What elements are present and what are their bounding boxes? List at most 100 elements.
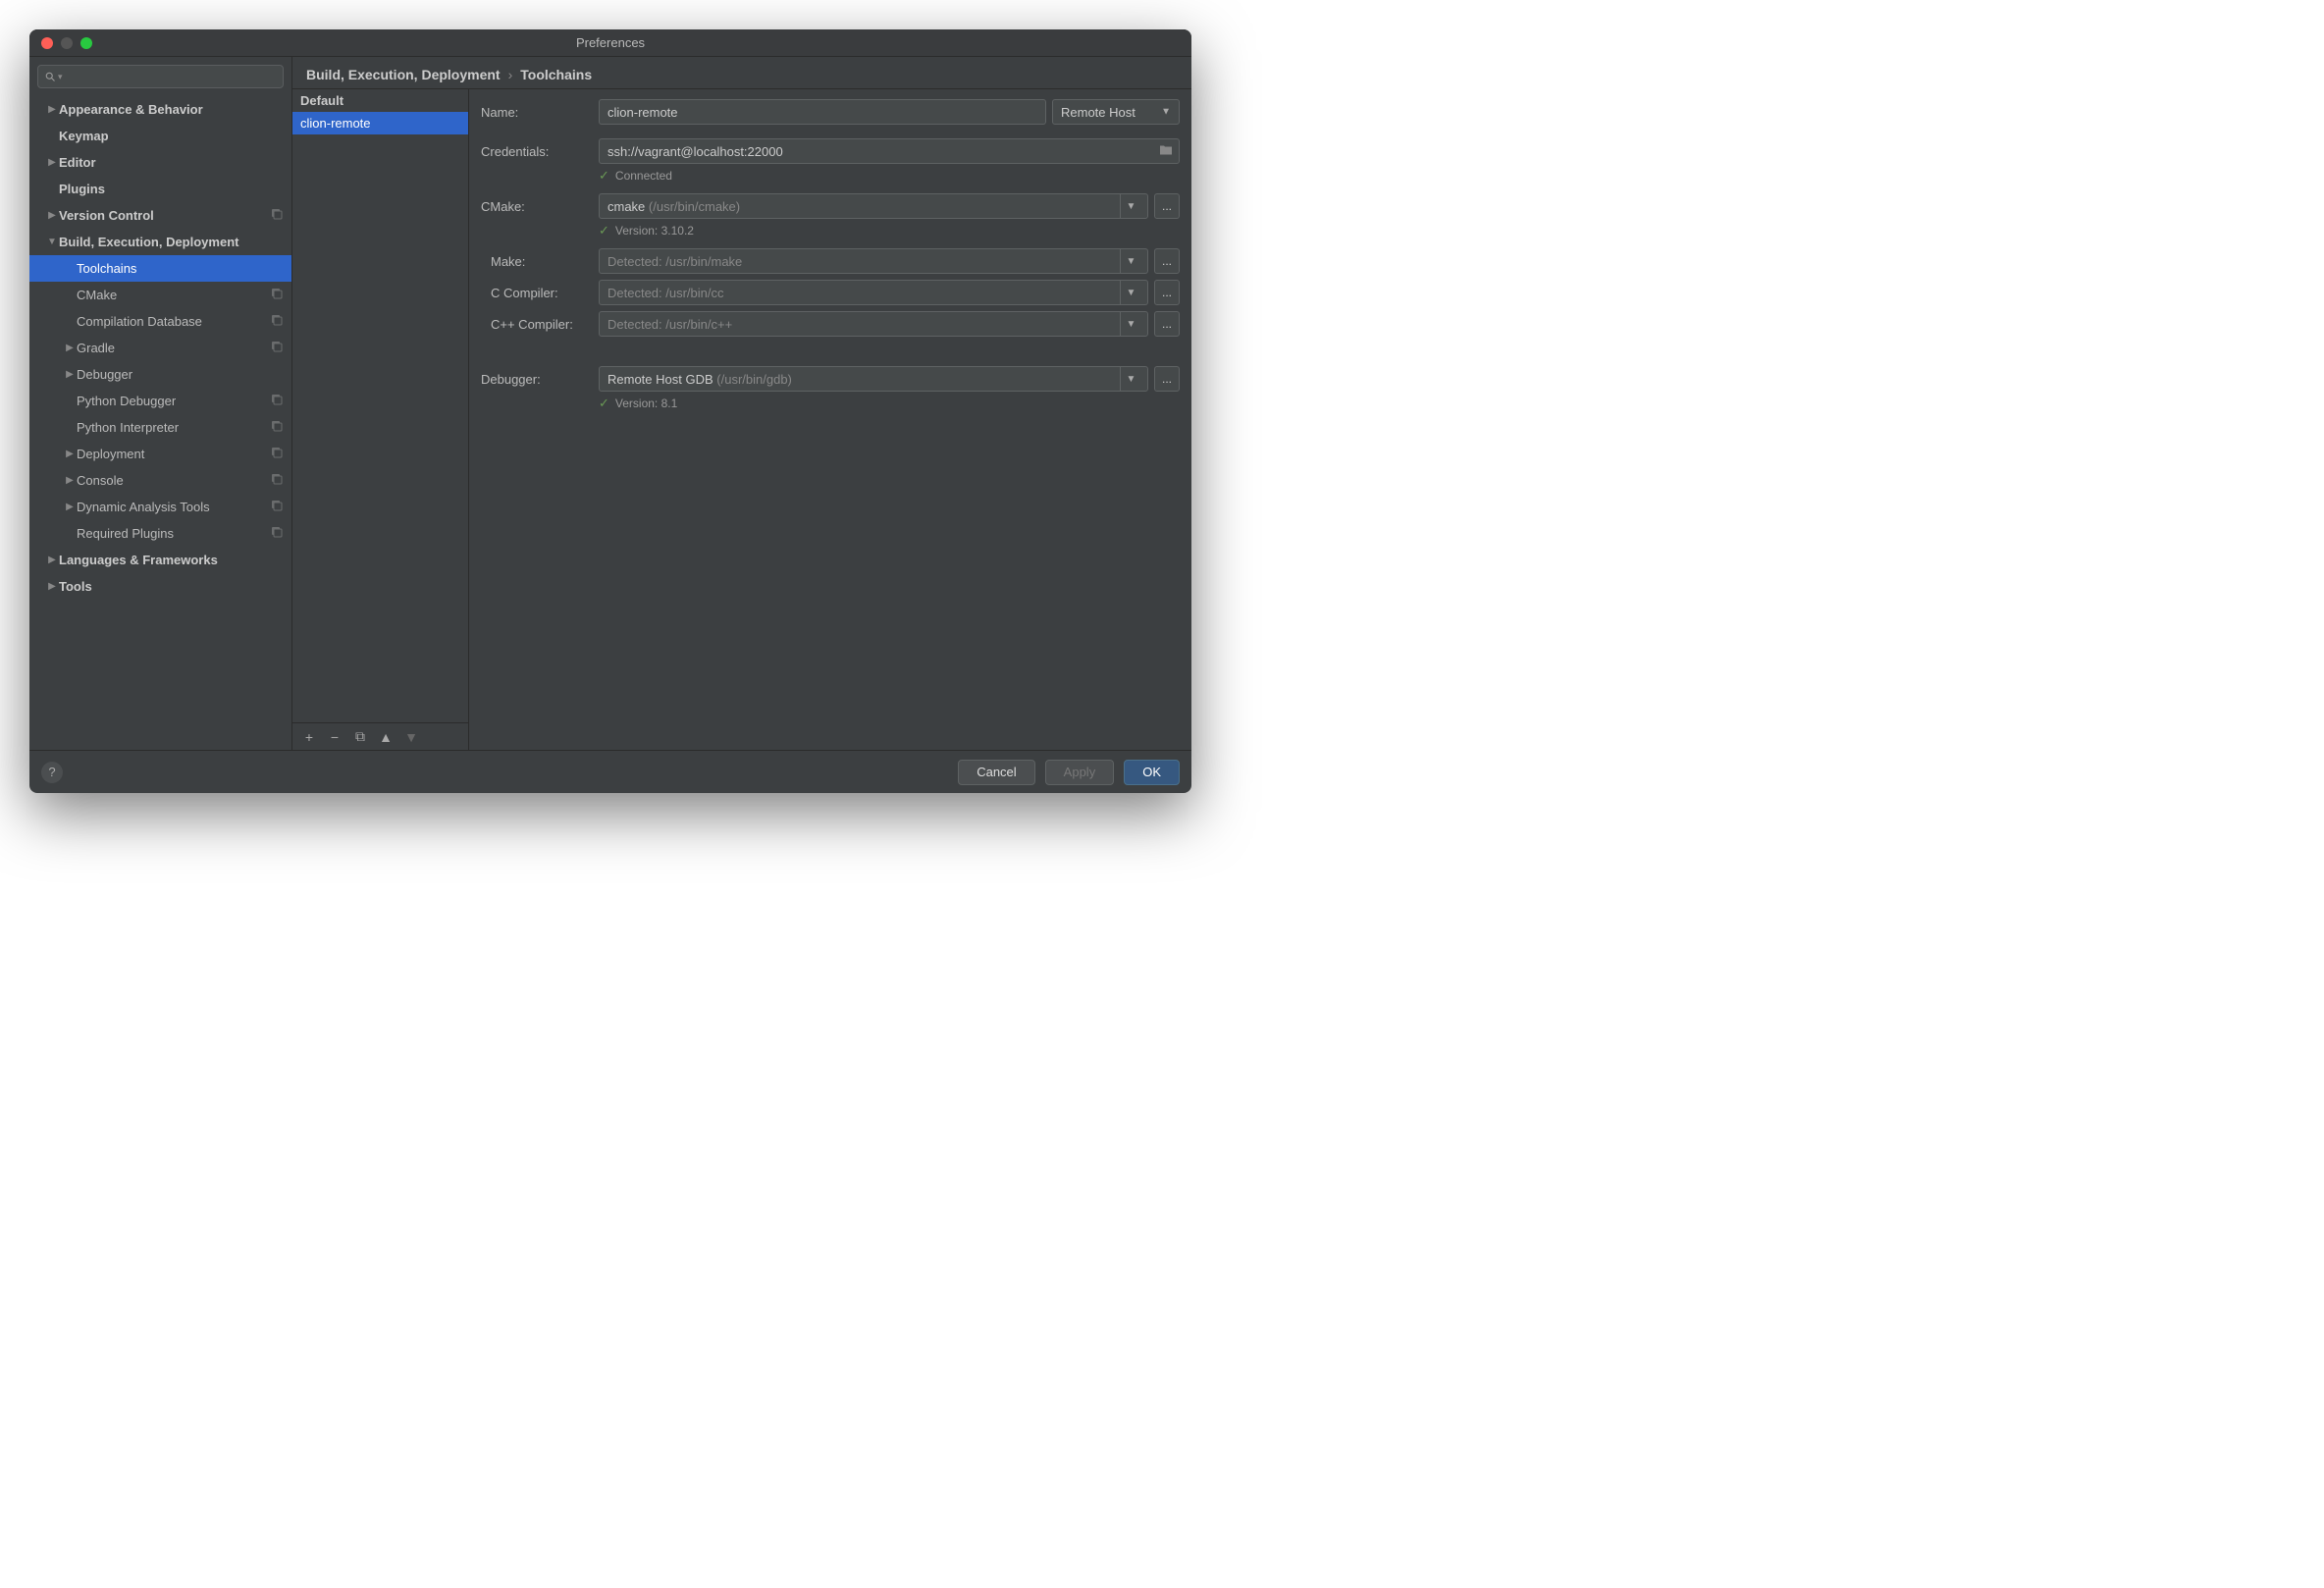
titlebar: Preferences bbox=[29, 29, 1191, 57]
chevron-down-icon: ▼ bbox=[1120, 312, 1141, 336]
sidebar-item-console[interactable]: ▶Console bbox=[29, 467, 291, 494]
sidebar-item-label: Python Interpreter bbox=[77, 420, 270, 435]
cxx-compiler-browse-button[interactable]: ... bbox=[1154, 311, 1180, 337]
chevron-right-icon: ▶ bbox=[45, 210, 59, 221]
chevron-right-icon: ▶ bbox=[45, 555, 59, 565]
sidebar-item-label: Plugins bbox=[59, 182, 284, 196]
make-select[interactable]: Detected: /usr/bin/make ▼ bbox=[599, 248, 1148, 274]
sidebar-item-version-control[interactable]: ▶Version Control bbox=[29, 202, 291, 229]
chevron-right-icon: ▶ bbox=[63, 475, 77, 486]
sidebar-item-cmake[interactable]: CMake bbox=[29, 282, 291, 308]
breadcrumb-current: Toolchains bbox=[520, 67, 592, 82]
chevron-right-icon: ▶ bbox=[45, 581, 59, 592]
project-scope-icon bbox=[270, 472, 284, 489]
sidebar-item-toolchains[interactable]: Toolchains bbox=[29, 255, 291, 282]
cxx-compiler-select[interactable]: Detected: /usr/bin/c++ ▼ bbox=[599, 311, 1148, 337]
credentials-label: Credentials: bbox=[481, 144, 599, 159]
apply-button[interactable]: Apply bbox=[1045, 760, 1115, 785]
sidebar-item-label: Version Control bbox=[59, 208, 270, 223]
chevron-right-icon: › bbox=[508, 67, 513, 82]
sidebar-item-label: Required Plugins bbox=[77, 526, 270, 541]
project-scope-icon bbox=[270, 340, 284, 356]
project-scope-icon bbox=[270, 207, 284, 224]
check-icon: ✓ bbox=[599, 396, 609, 411]
sidebar-item-label: Debugger bbox=[77, 367, 284, 382]
check-icon: ✓ bbox=[599, 223, 609, 238]
move-up-button[interactable]: ▲ bbox=[375, 726, 396, 748]
toolchain-item-clion-remote[interactable]: clion-remote bbox=[292, 112, 468, 134]
cmake-browse-button[interactable]: ... bbox=[1154, 193, 1180, 219]
debugger-browse-button[interactable]: ... bbox=[1154, 366, 1180, 392]
search-icon bbox=[44, 71, 56, 82]
folder-icon[interactable] bbox=[1159, 144, 1173, 159]
credentials-field[interactable]: ssh://vagrant@localhost:22000 bbox=[599, 138, 1180, 164]
chevron-down-icon: ▼ bbox=[1120, 249, 1141, 273]
sidebar-item-label: Editor bbox=[59, 155, 284, 170]
sidebar-item-appearance-behavior[interactable]: ▶Appearance & Behavior bbox=[29, 96, 291, 123]
sidebar-item-dynamic-analysis-tools[interactable]: ▶Dynamic Analysis Tools bbox=[29, 494, 291, 520]
debugger-select[interactable]: Remote Host GDB (/usr/bin/gdb) ▼ bbox=[599, 366, 1148, 392]
chevron-right-icon: ▶ bbox=[63, 449, 77, 459]
sidebar-item-tools[interactable]: ▶Tools bbox=[29, 573, 291, 600]
sidebar-item-deployment[interactable]: ▶Deployment bbox=[29, 441, 291, 467]
project-scope-icon bbox=[270, 287, 284, 303]
sidebar-item-compilation-database[interactable]: Compilation Database bbox=[29, 308, 291, 335]
cmake-label: CMake: bbox=[481, 199, 599, 214]
sidebar-item-label: CMake bbox=[77, 288, 270, 302]
sidebar: ▾ ▶Appearance & BehaviorKeymap▶EditorPlu… bbox=[29, 57, 292, 750]
toolchain-toolbar: + − ⧉ ▲ ▼ bbox=[292, 722, 468, 750]
breadcrumb: Build, Execution, Deployment › Toolchain… bbox=[292, 57, 1191, 89]
copy-button[interactable]: ⧉ bbox=[349, 726, 371, 748]
sidebar-item-languages-frameworks[interactable]: ▶Languages & Frameworks bbox=[29, 547, 291, 573]
chevron-right-icon: ▶ bbox=[45, 157, 59, 168]
chevron-right-icon: ▶ bbox=[63, 502, 77, 512]
sidebar-item-label: Tools bbox=[59, 579, 284, 594]
sidebar-item-editor[interactable]: ▶Editor bbox=[29, 149, 291, 176]
breadcrumb-parent[interactable]: Build, Execution, Deployment bbox=[306, 67, 501, 82]
sidebar-item-gradle[interactable]: ▶Gradle bbox=[29, 335, 291, 361]
chevron-down-icon: ▼ bbox=[1161, 107, 1171, 118]
sidebar-item-plugins[interactable]: Plugins bbox=[29, 176, 291, 202]
sidebar-item-python-interpreter[interactable]: Python Interpreter bbox=[29, 414, 291, 441]
sidebar-item-label: Console bbox=[77, 473, 270, 488]
sidebar-item-debugger[interactable]: ▶Debugger bbox=[29, 361, 291, 388]
cmake-select[interactable]: cmake (/usr/bin/cmake) ▼ bbox=[599, 193, 1148, 219]
help-button[interactable]: ? bbox=[41, 762, 63, 783]
chevron-down-icon: ▼ bbox=[1120, 281, 1141, 304]
project-scope-icon bbox=[270, 446, 284, 462]
credentials-status: Connected bbox=[615, 169, 672, 183]
cancel-button[interactable]: Cancel bbox=[958, 760, 1034, 785]
ok-button[interactable]: OK bbox=[1124, 760, 1180, 785]
make-browse-button[interactable]: ... bbox=[1154, 248, 1180, 274]
debugger-status: Version: 8.1 bbox=[615, 397, 677, 410]
remove-button[interactable]: − bbox=[324, 726, 345, 748]
add-button[interactable]: + bbox=[298, 726, 320, 748]
sidebar-item-label: Appearance & Behavior bbox=[59, 102, 284, 117]
toolchain-item-default[interactable]: Default bbox=[292, 89, 468, 112]
sidebar-item-keymap[interactable]: Keymap bbox=[29, 123, 291, 149]
project-scope-icon bbox=[270, 419, 284, 436]
sidebar-item-label: Compilation Database bbox=[77, 314, 270, 329]
move-down-button[interactable]: ▼ bbox=[400, 726, 422, 748]
chevron-right-icon: ▶ bbox=[63, 343, 77, 353]
window-title: Preferences bbox=[29, 35, 1191, 50]
name-field[interactable]: clion-remote bbox=[599, 99, 1046, 125]
cmake-status: Version: 3.10.2 bbox=[615, 224, 694, 238]
sidebar-item-label: Toolchains bbox=[77, 261, 284, 276]
toolchain-form: Name: clion-remote Remote Host ▼ Credent… bbox=[469, 89, 1191, 750]
sidebar-item-python-debugger[interactable]: Python Debugger bbox=[29, 388, 291, 414]
toolchain-type-select[interactable]: Remote Host ▼ bbox=[1052, 99, 1180, 125]
chevron-down-icon: ▼ bbox=[1120, 367, 1141, 391]
c-compiler-browse-button[interactable]: ... bbox=[1154, 280, 1180, 305]
sidebar-item-build-execution-deployment[interactable]: ▼Build, Execution, Deployment bbox=[29, 229, 291, 255]
cxx-compiler-label: C++ Compiler: bbox=[481, 317, 599, 332]
c-compiler-select[interactable]: Detected: /usr/bin/cc ▼ bbox=[599, 280, 1148, 305]
sidebar-item-required-plugins[interactable]: Required Plugins bbox=[29, 520, 291, 547]
chevron-right-icon: ▶ bbox=[63, 369, 77, 380]
search-input[interactable]: ▾ bbox=[37, 65, 284, 88]
sidebar-item-label: Dynamic Analysis Tools bbox=[77, 500, 270, 514]
sidebar-item-label: Build, Execution, Deployment bbox=[59, 235, 284, 249]
debugger-label: Debugger: bbox=[481, 372, 599, 387]
c-compiler-label: C Compiler: bbox=[481, 286, 599, 300]
sidebar-item-label: Languages & Frameworks bbox=[59, 553, 284, 567]
